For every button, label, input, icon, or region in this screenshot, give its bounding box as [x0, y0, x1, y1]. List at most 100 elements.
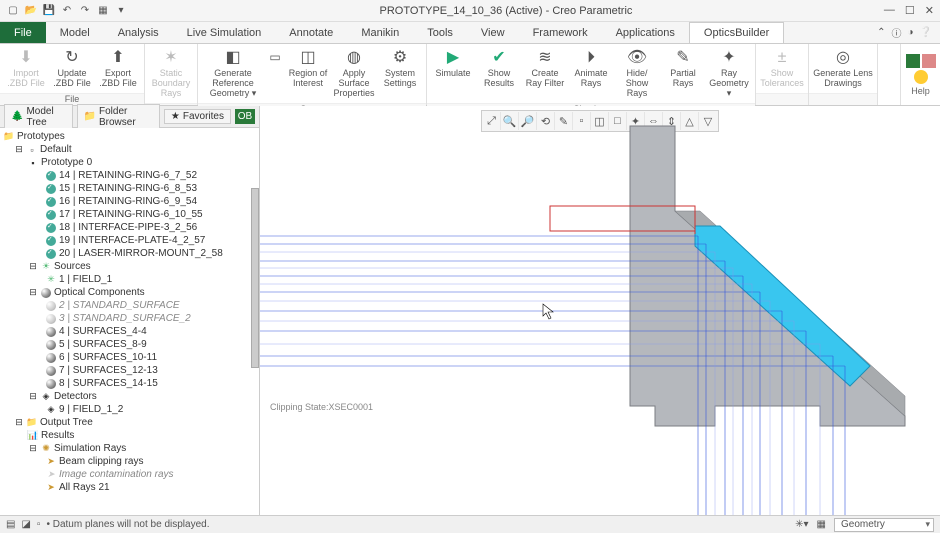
tab-applications[interactable]: Applications	[602, 22, 689, 43]
static-boundary-button[interactable]: ✶Static Boundary Rays	[149, 46, 193, 101]
tree-node-field1[interactable]: ✳1 | FIELD_1	[0, 273, 259, 286]
ob-badge-icon[interactable]	[906, 54, 920, 68]
qmark-icon[interactable]	[914, 70, 928, 84]
help-icon[interactable]: ❔	[920, 27, 932, 38]
tab-framework[interactable]: Framework	[519, 22, 602, 43]
ob-badge2-icon[interactable]	[922, 54, 936, 68]
sb-icon3[interactable]: ▫	[37, 519, 41, 530]
roi-button[interactable]: ◫Region of Interest	[286, 46, 330, 91]
tree-node-mirror-mount[interactable]: 20 | LASER-MIRROR-MOUNT_2_58	[0, 247, 259, 260]
redo-icon[interactable]: ↷	[78, 4, 92, 18]
sidebar-tab-ob[interactable]: OB	[235, 109, 255, 124]
show-results-button[interactable]: ✔Show Results	[477, 46, 521, 91]
sb-filter-icon[interactable]: ✳▾	[795, 519, 808, 530]
status-message: • Datum planes will not be displayed.	[46, 519, 209, 530]
tree-node-optcomp[interactable]: ⊟Optical Components	[0, 286, 259, 299]
tree-node-retaining[interactable]: 16 | RETAINING-RING-6_9_54	[0, 195, 259, 208]
tab-annotate[interactable]: Annotate	[275, 22, 347, 43]
sphere-icon	[46, 301, 56, 311]
undo-icon[interactable]: ↶	[60, 4, 74, 18]
tree-node-retaining[interactable]: 14 | RETAINING-RING-6_7_52	[0, 169, 259, 182]
gen-lens-drawings-button[interactable]: ◎Generate Lens Drawings	[813, 46, 873, 91]
maximize-icon[interactable]: ☐	[905, 4, 915, 17]
tree-node-simrays[interactable]: ⊟✺Simulation Rays	[0, 442, 259, 455]
help-expand-icon[interactable]: ⓘ	[892, 25, 902, 40]
tree-node-retaining[interactable]: 17 | RETAINING-RING-6_10_55	[0, 208, 259, 221]
tree-node-field12[interactable]: ◈9 | FIELD_1_2	[0, 403, 259, 416]
regen-icon[interactable]: ▦	[96, 4, 110, 18]
animate-rays-button[interactable]: ⏵Animate Rays	[569, 46, 613, 91]
windows-icon[interactable]: ▾	[114, 4, 128, 18]
tree-node-retaining[interactable]: 15 | RETAINING-RING-6_8_53	[0, 182, 259, 195]
search-help-icon[interactable]: ⌃	[877, 27, 885, 38]
show-tolerances-button[interactable]: ±Show Tolerances	[760, 46, 804, 91]
import-zbd-button[interactable]: ⬇Import .ZBD File	[4, 46, 48, 91]
close-icon[interactable]: ✕	[925, 4, 934, 17]
apply-surface-button[interactable]: ◍Apply Surface Properties	[332, 46, 376, 101]
save-icon[interactable]: 💾	[42, 4, 56, 18]
tree-node-interface-plate[interactable]: 19 | INTERFACE-PLATE-4_2_57	[0, 234, 259, 247]
simulate-button[interactable]: ▶Simulate	[431, 46, 475, 81]
tree-node-stdsurf[interactable]: 3 | STANDARD_SURFACE_2	[0, 312, 259, 325]
tree-node-detectors[interactable]: ⊟◈Detectors	[0, 390, 259, 403]
geom-icon: ◧	[223, 48, 243, 68]
export-zbd-button[interactable]: ⬆Export .ZBD File	[96, 46, 140, 91]
window-title: PROTOTYPE_14_10_36 (Active) - Creo Param…	[128, 5, 884, 17]
tree-node-beamclip[interactable]: ➤Beam clipping rays	[0, 455, 259, 468]
scrollbar-thumb[interactable]	[251, 188, 259, 368]
setup-small-button[interactable]: ▭	[266, 46, 284, 71]
tab-tools[interactable]: Tools	[413, 22, 467, 43]
tree-node-outtree[interactable]: ⊟📁Output Tree	[0, 416, 259, 429]
sb-icon1[interactable]: ▤	[6, 519, 15, 530]
sb-view-icon[interactable]: ▦	[817, 519, 826, 530]
tree-node-prototype0[interactable]: ▪Prototype 0	[0, 156, 259, 169]
open-icon[interactable]: 📂	[24, 4, 38, 18]
system-settings-button[interactable]: ⚙System Settings	[378, 46, 422, 91]
tree-node-surface[interactable]: 7 | SURFACES_12-13	[0, 364, 259, 377]
tree-node-allrays[interactable]: ➤All Rays 21	[0, 481, 259, 494]
partial-rays-button[interactable]: ✎Partial Rays	[661, 46, 705, 91]
tab-model[interactable]: Model	[46, 22, 104, 43]
sphere-icon	[46, 379, 56, 389]
partial-icon: ✎	[673, 48, 693, 68]
new-icon[interactable]: ▢	[6, 4, 20, 18]
more-icon[interactable]: ◑	[908, 27, 914, 38]
tab-view[interactable]: View	[467, 22, 519, 43]
sidebar-tab-folder[interactable]: 📁Folder Browser	[77, 104, 160, 130]
hide-show-rays-button[interactable]: 👁Hide/ Show Rays	[615, 46, 659, 101]
ribbon-group-simulate: ▶Simulate ✔Show Results ≋Create Ray Filt…	[427, 44, 756, 105]
tab-opticsbuilder[interactable]: OpticsBuilder	[689, 22, 784, 43]
tree-node-sources[interactable]: ⊟☀Sources	[0, 260, 259, 273]
tree-node-surface[interactable]: 8 | SURFACES_14-15	[0, 377, 259, 390]
create-rayfilter-button[interactable]: ≋Create Ray Filter	[523, 46, 567, 91]
ray-geometry-button[interactable]: ✦Ray Geometry ▾	[707, 46, 751, 101]
sb-icon2[interactable]: ◪	[21, 519, 30, 530]
sidebar-tab-modeltree[interactable]: 🌲Model Tree	[4, 104, 73, 130]
sphere-icon	[46, 314, 56, 324]
tree-node-imgcont[interactable]: ➤Image contamination rays	[0, 468, 259, 481]
minus-icon: ⊟	[28, 288, 38, 298]
tab-livesim[interactable]: Live Simulation	[173, 22, 276, 43]
selection-filter-combo[interactable]: Geometry	[834, 518, 934, 532]
gen-ref-geom-button[interactable]: ◧Generate Reference Geometry ▾	[202, 46, 264, 101]
tree-node-prototypes[interactable]: 📁Prototypes	[0, 130, 259, 143]
sidebar-tab-favorites[interactable]: ★Favorites	[164, 109, 231, 124]
tree-node-stdsurf[interactable]: 2 | STANDARD_SURFACE	[0, 299, 259, 312]
tree-node-surface[interactable]: 5 | SURFACES_8-9	[0, 338, 259, 351]
tree-node-surface[interactable]: 6 | SURFACES_10-11	[0, 351, 259, 364]
minus-icon: ⊟	[14, 418, 24, 428]
tree-node-results[interactable]: 📊Results	[0, 429, 259, 442]
tree-node-surface[interactable]: 4 | SURFACES_4-4	[0, 325, 259, 338]
minimize-icon[interactable]: —	[884, 4, 895, 17]
tree-node-interface-pipe[interactable]: 18 | INTERFACE-PIPE-3_2_56	[0, 221, 259, 234]
ribbon-group-lens: ◎Generate Lens Drawings	[809, 44, 878, 105]
update-zbd-button[interactable]: ↻Update .ZBD File	[50, 46, 94, 91]
play-icon: ▶	[443, 48, 463, 68]
tab-manikin[interactable]: Manikin	[347, 22, 413, 43]
canvas[interactable]: ⤢ 🔍 🔎 ⟲ ✎ ▫ ◫ □ ✦ ⇔ ⇕ △ ▽	[260, 106, 940, 515]
tree-node-default[interactable]: ⊟▫Default	[0, 143, 259, 156]
ribbon: ⬇Import .ZBD File ↻Update .ZBD File ⬆Exp…	[0, 44, 940, 106]
tab-file[interactable]: File	[0, 22, 46, 43]
gear-icon: ⚙	[390, 48, 410, 68]
tab-analysis[interactable]: Analysis	[104, 22, 173, 43]
